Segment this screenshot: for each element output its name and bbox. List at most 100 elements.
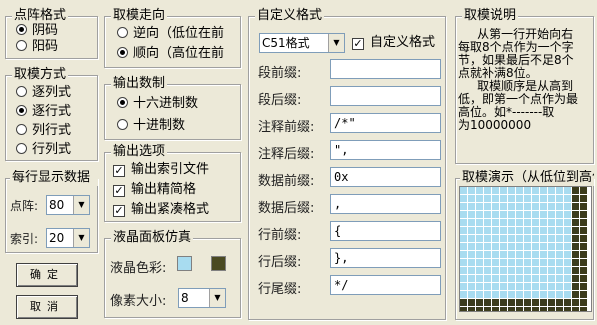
- demo-pixel: [492, 259, 499, 266]
- field-input[interactable]: {: [330, 221, 441, 241]
- demo-pixel: [532, 251, 539, 258]
- chevron-down-icon[interactable]: ▼: [328, 34, 344, 52]
- demo-pixel: [532, 195, 539, 202]
- demo-pixel: [572, 187, 579, 194]
- demo-pixel: [484, 251, 491, 258]
- radio-row-scan[interactable]: 逐行式: [16, 103, 71, 120]
- ok-button[interactable]: 确定: [16, 263, 78, 287]
- radio-reverse[interactable]: 逆向（低位在前: [117, 25, 240, 42]
- demo-pixel: [468, 203, 475, 210]
- field-input[interactable]: [330, 59, 441, 79]
- demo-pixel: [580, 195, 587, 202]
- demo-pixel: [580, 307, 587, 311]
- radio-indicator: [117, 47, 128, 58]
- demo-pixel: [460, 259, 467, 266]
- checkmark-icon: ✓: [113, 164, 125, 177]
- demo-pixel: [460, 203, 467, 210]
- demo-pixel: [548, 283, 555, 290]
- demo-pixel: [476, 291, 483, 298]
- pixel-size-select[interactable]: 8 ▼: [178, 288, 226, 308]
- demo-pixel: [532, 227, 539, 234]
- field-input[interactable]: ",: [330, 140, 441, 160]
- field-input[interactable]: ,: [330, 194, 441, 214]
- demo-pixel: [516, 299, 523, 306]
- demo-pixel: [460, 275, 467, 282]
- demo-pixel: [580, 243, 587, 250]
- demo-pixel: [508, 195, 515, 202]
- checkbox-condensed[interactable]: ✓ 输出紧凑格式: [113, 201, 240, 218]
- demo-pixel: [532, 283, 539, 290]
- lcd-off-color-swatch[interactable]: [211, 256, 226, 271]
- description-title: 取模说明: [462, 8, 519, 24]
- checkbox-index-file[interactable]: ✓ 输出索引文件: [113, 161, 240, 178]
- demo-pixel: [548, 195, 555, 202]
- demo-pixel: [572, 227, 579, 234]
- demo-pixel: [460, 235, 467, 242]
- demo-pixel: [556, 283, 563, 290]
- radio-row-column-scan[interactable]: 行列式: [16, 141, 71, 158]
- radio-yin-code[interactable]: 阴码: [16, 22, 58, 39]
- demo-pixel: [540, 299, 547, 306]
- index-count-select[interactable]: 20 ▼: [46, 228, 90, 248]
- demo-pixel: [460, 195, 467, 202]
- demo-pixel: [556, 291, 563, 298]
- dot-count-select[interactable]: 80 ▼: [46, 195, 90, 215]
- demo-pixel: [580, 211, 587, 218]
- field-input[interactable]: [330, 86, 441, 106]
- field-input[interactable]: },: [330, 248, 441, 268]
- demo-pixel: [508, 267, 515, 274]
- demo-pixel: [532, 299, 539, 306]
- demo-pixel: [500, 275, 507, 282]
- checkbox-compact[interactable]: ✓ 输出精简格: [113, 181, 240, 198]
- demo-pixel: [572, 211, 579, 218]
- demo-pixel: [540, 235, 547, 242]
- demo-pixel: [492, 267, 499, 274]
- demo-pixel: [508, 299, 515, 306]
- chevron-down-icon[interactable]: ▼: [73, 229, 89, 247]
- radio-column-scan[interactable]: 逐列式: [16, 84, 71, 101]
- checkbox-custom-format[interactable]: ✓ 自定义格式: [352, 34, 444, 51]
- demo-pixel: [492, 235, 499, 242]
- demo-pixel: [524, 291, 531, 298]
- demo-pixel: [492, 211, 499, 218]
- field-input[interactable]: */: [330, 275, 441, 295]
- radio-yang-code[interactable]: 阳码: [16, 38, 58, 55]
- demo-pixel: [556, 195, 563, 202]
- radio-label: 阴码: [32, 23, 59, 38]
- demo-pixel: [572, 267, 579, 274]
- radio-decimal[interactable]: 十进制数: [117, 117, 185, 134]
- output-radix-title: 输出数制: [111, 76, 168, 92]
- radio-forward[interactable]: 顺向（高位在前: [117, 45, 240, 62]
- demo-pixel: [532, 275, 539, 282]
- field-label: 段后缀:: [258, 93, 302, 108]
- demo-pixel: [508, 275, 515, 282]
- format-preset-select[interactable]: C51格式 ▼: [259, 33, 345, 53]
- demo-pixel: [548, 235, 555, 242]
- demo-pixel: [580, 219, 587, 226]
- demo-pixel: [548, 227, 555, 234]
- demo-pixel: [564, 195, 571, 202]
- demo-pixel: [580, 291, 587, 298]
- demo-pixel: [460, 219, 467, 226]
- lcd-on-color-swatch[interactable]: [177, 256, 192, 271]
- radio-hex[interactable]: 十六进制数: [117, 95, 198, 112]
- demo-pixel: [556, 227, 563, 234]
- demo-pixel: [508, 307, 515, 311]
- checkmark-icon: ✓: [352, 37, 364, 50]
- radio-column-row-scan[interactable]: 列行式: [16, 122, 71, 139]
- demo-pixel: [564, 267, 571, 274]
- chevron-down-icon[interactable]: ▼: [209, 289, 225, 307]
- demo-pixel: [484, 219, 491, 226]
- field-input[interactable]: /*": [330, 113, 441, 133]
- demo-pixel: [524, 195, 531, 202]
- chevron-down-icon[interactable]: ▼: [73, 196, 89, 214]
- demo-pixel: [484, 283, 491, 290]
- demo-pixel: [492, 307, 499, 311]
- demo-pixel: [508, 283, 515, 290]
- cancel-button[interactable]: 取消: [16, 295, 78, 319]
- demo-pixel: [468, 219, 475, 226]
- demo-pixel: [572, 195, 579, 202]
- field-input[interactable]: 0x: [330, 167, 441, 187]
- field-label: 数据后缀:: [258, 201, 315, 216]
- demo-pixel: [540, 219, 547, 226]
